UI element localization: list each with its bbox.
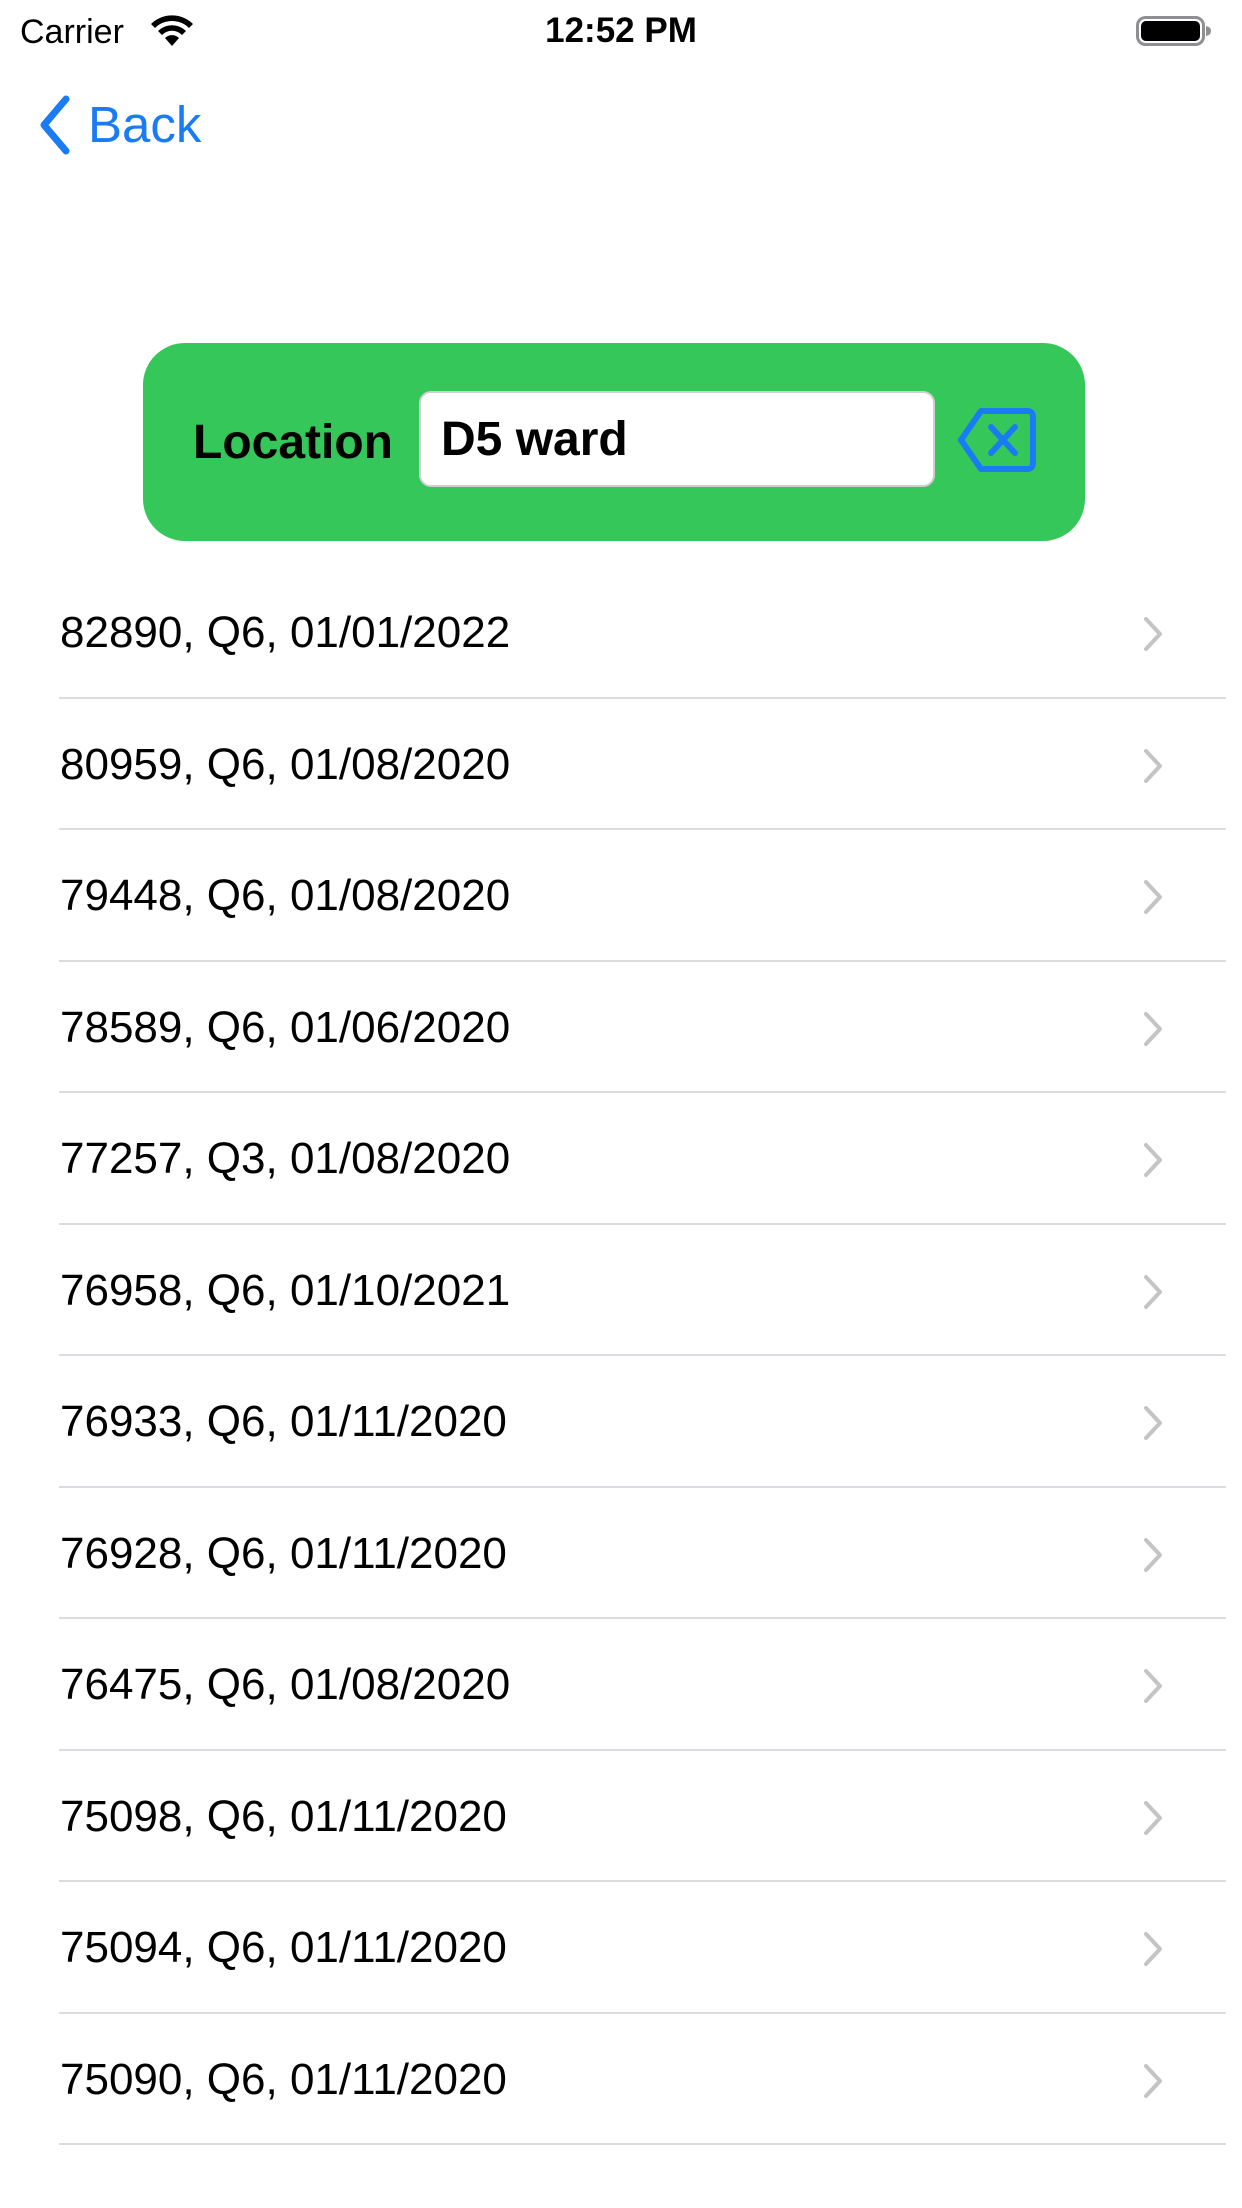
status-time: 12:52 PM xyxy=(545,11,697,50)
chevron-right-icon xyxy=(1144,880,1162,914)
list-item[interactable]: 78589, Q6, 01/06/2020 xyxy=(0,962,1242,1094)
list-item[interactable]: 77257, Q3, 01/08/2020 xyxy=(0,1093,1242,1225)
chevron-right-icon xyxy=(1144,1143,1162,1177)
chevron-right-icon xyxy=(1144,1011,1162,1046)
chevron-right-icon xyxy=(1144,1932,1162,1966)
list-item[interactable]: 76933, Q6, 01/11/2020 xyxy=(0,1356,1242,1488)
back-button[interactable]: Back xyxy=(36,92,201,158)
list-item[interactable]: 75098, Q6, 01/11/2020 xyxy=(0,1751,1242,1883)
chevron-right-icon xyxy=(1144,748,1162,783)
list-item[interactable]: 75094, Q6, 01/11/2020 xyxy=(0,1882,1242,2014)
list-item[interactable]: 76958, Q6, 01/10/2021 xyxy=(0,1225,1242,1357)
back-label: Back xyxy=(88,96,202,153)
list-item-label: 80959, Q6, 01/08/2020 xyxy=(60,739,511,789)
list-item-label: 75090, Q6, 01/11/2020 xyxy=(60,2054,507,2104)
chevron-right-icon xyxy=(1144,1274,1162,1309)
delete-backward-icon[interactable] xyxy=(957,405,1039,475)
list-item-label: 77257, Q3, 01/08/2020 xyxy=(60,1134,511,1183)
chevron-right-icon xyxy=(1144,1669,1162,1703)
chevron-right-icon xyxy=(1144,1537,1162,1572)
list-item-label: 82890, Q6, 01/01/2022 xyxy=(60,608,511,657)
list-item[interactable]: 76928, Q6, 01/11/2020 xyxy=(0,1488,1242,1620)
list-item-label: 76928, Q6, 01/11/2020 xyxy=(60,1528,507,1578)
list-item-label: 76933, Q6, 01/11/2020 xyxy=(60,1397,507,1446)
location-panel: Location xyxy=(143,343,1085,541)
list-item[interactable]: 75090, Q6, 01/11/2020 xyxy=(0,2014,1242,2146)
chevron-right-icon xyxy=(1144,2063,1162,2098)
list-item-label: 76958, Q6, 01/10/2021 xyxy=(60,1265,511,1315)
chevron-right-icon xyxy=(1144,1800,1162,1835)
list-item-label: 76475, Q6, 01/08/2020 xyxy=(60,1660,511,1709)
chevron-left-icon xyxy=(40,95,70,155)
list-item[interactable]: 80959, Q6, 01/08/2020 xyxy=(0,699,1242,831)
location-label: Location xyxy=(193,416,393,469)
chevron-right-icon xyxy=(1144,1406,1162,1440)
list-item-label: 78589, Q6, 01/06/2020 xyxy=(60,1002,511,1052)
list-item-label: 79448, Q6, 01/08/2020 xyxy=(60,871,511,920)
list-item[interactable]: 76475, Q6, 01/08/2020 xyxy=(0,1619,1242,1751)
list-item-label: 75094, Q6, 01/11/2020 xyxy=(60,1923,507,1972)
results-list: 82890, Q6, 01/01/2022 80959, Q6, 01/08/2… xyxy=(0,567,1242,2145)
chevron-right-icon xyxy=(1144,617,1162,651)
location-input[interactable] xyxy=(419,391,935,487)
list-item[interactable]: 79448, Q6, 01/08/2020 xyxy=(0,830,1242,962)
list-item[interactable]: 82890, Q6, 01/01/2022 xyxy=(0,567,1242,699)
list-item-label: 75098, Q6, 01/11/2020 xyxy=(60,1791,507,1841)
status-bar: Carrier 12:52 PM xyxy=(0,0,1242,62)
battery-icon xyxy=(1136,16,1211,46)
